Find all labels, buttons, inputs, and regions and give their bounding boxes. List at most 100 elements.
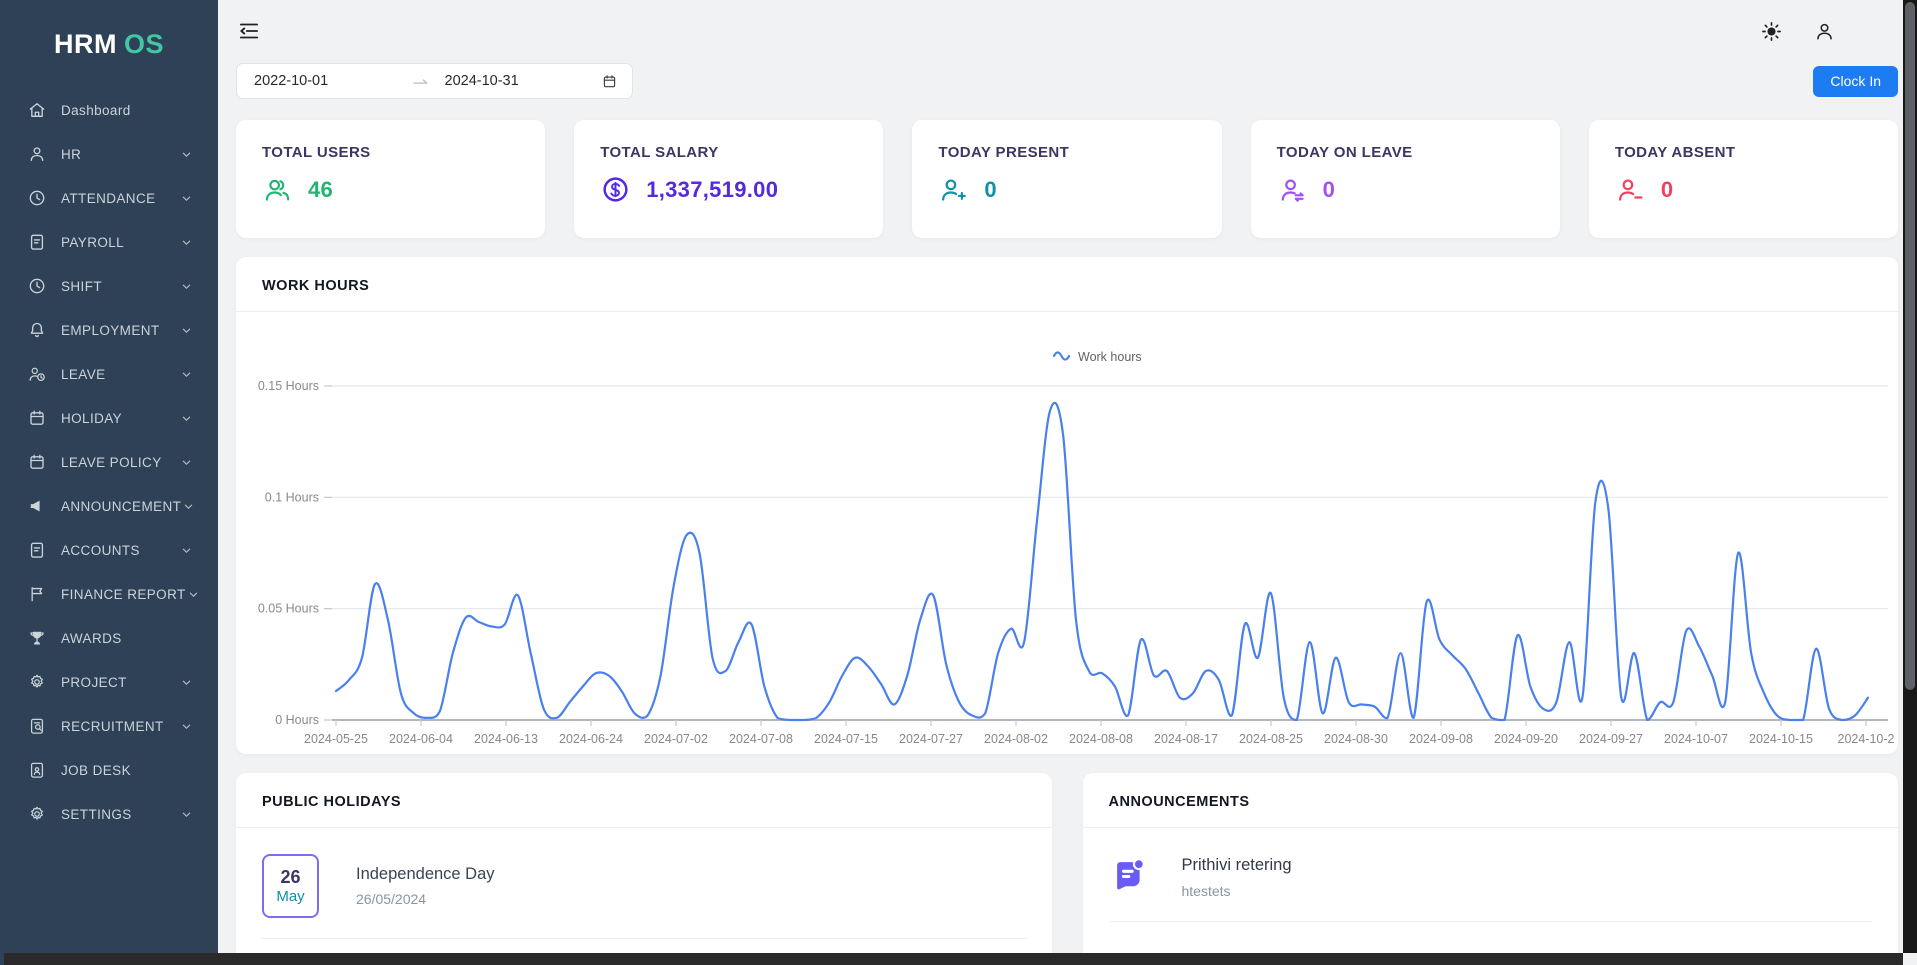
profile-icon[interactable]: [1813, 20, 1836, 43]
sidebar-item-attendance[interactable]: ATTENDANCE: [0, 176, 218, 220]
user-clock-icon: [27, 364, 47, 384]
svg-text:2024-08-02: 2024-08-02: [984, 732, 1048, 746]
announcement-subtitle: htestets: [1182, 883, 1292, 899]
stat-value: 0: [984, 177, 997, 203]
file-icon: [27, 540, 47, 560]
sidebar-item-label: ANNOUNCEMENT: [61, 499, 181, 514]
holiday-date: 26/05/2024: [356, 891, 495, 907]
holiday-date-badge: 26 May: [262, 854, 319, 918]
announcements-list: Prithivi retering htestets xx: [1083, 828, 1899, 965]
date-range-picker[interactable]: 2022-10-01 2024-10-31: [236, 63, 633, 99]
chevron-down-icon: [179, 323, 194, 338]
vertical-scrollbar[interactable]: [1903, 0, 1917, 953]
users-icon: [262, 174, 293, 205]
sidebar-item-label: LEAVE POLICY: [61, 455, 162, 470]
sidebar-item-label: JOB DESK: [61, 763, 131, 778]
sidebar-item-accounts[interactable]: ACCOUNTS: [0, 528, 218, 572]
date-to-value[interactable]: 2024-10-31: [445, 73, 519, 89]
main-content: 2022-10-01 2024-10-31 Clock In TOTAL USE…: [218, 0, 1917, 965]
chevron-down-icon: [179, 719, 194, 734]
date-from-value[interactable]: 2022-10-01: [254, 73, 328, 89]
svg-text:2024-10-07: 2024-10-07: [1664, 732, 1728, 746]
svg-text:0.15 Hours: 0.15 Hours: [258, 379, 319, 393]
sidebar-item-project[interactable]: PROJECT: [0, 660, 218, 704]
stat-card: TOTAL SALARY 1,337,519.00: [574, 120, 883, 238]
range-arrow-icon: [411, 71, 431, 91]
chevron-down-icon: [179, 191, 194, 206]
theme-toggle-sun-icon[interactable]: [1760, 20, 1783, 43]
svg-text:2024-08-30: 2024-08-30: [1324, 732, 1388, 746]
stat-title: TOTAL SALARY: [600, 144, 857, 161]
work-hours-chart: 0.15 Hours0.1 Hours0.05 Hours0 Hours2024…: [236, 312, 1896, 754]
sidebar-item-awards[interactable]: AWARDS: [0, 616, 218, 660]
stat-card: TOTAL USERS 46: [236, 120, 545, 238]
chevron-down-icon: [179, 411, 194, 426]
public-holidays-title: PUBLIC HOLIDAYS: [236, 773, 1052, 828]
chevron-down-icon: [179, 367, 194, 382]
sidebar-item-announcement[interactable]: ANNOUNCEMENT: [0, 484, 218, 528]
svg-text:0 Hours: 0 Hours: [275, 713, 319, 727]
sidebar-item-holiday[interactable]: HOLIDAY: [0, 396, 218, 440]
filter-row: 2022-10-01 2024-10-31 Clock In: [236, 63, 1898, 99]
calendar-icon[interactable]: [601, 73, 618, 90]
sidebar-item-dashboard[interactable]: Dashboard: [0, 88, 218, 132]
sidebar-collapse-button[interactable]: [236, 18, 262, 44]
svg-text:2024-05-25: 2024-05-25: [304, 732, 368, 746]
calendar-icon: [27, 408, 47, 428]
sidebar-item-leave-policy[interactable]: LEAVE POLICY: [0, 440, 218, 484]
holiday-day: 26: [280, 867, 300, 888]
sidebar: HRM OS Dashboard HR ATTENDANCE PAYROLL S…: [0, 0, 218, 965]
svg-text:Work hours: Work hours: [1078, 350, 1142, 364]
sidebar-item-label: LEAVE: [61, 367, 106, 382]
trophy-icon: [27, 628, 47, 648]
svg-text:2024-10-15: 2024-10-15: [1749, 732, 1813, 746]
stat-value: 0: [1323, 177, 1336, 203]
megaphone-icon: [27, 496, 47, 516]
sidebar-item-hr[interactable]: HR: [0, 132, 218, 176]
chevron-down-icon: [179, 147, 194, 162]
file-icon: [27, 232, 47, 252]
svg-text:2024-07-02: 2024-07-02: [644, 732, 708, 746]
sidebar-item-label: PAYROLL: [61, 235, 124, 250]
svg-text:2024-06-04: 2024-06-04: [389, 732, 453, 746]
sidebar-item-label: HR: [61, 147, 81, 162]
holiday-month: May: [276, 888, 304, 905]
sidebar-item-shift[interactable]: SHIFT: [0, 264, 218, 308]
brand-primary: HRM: [54, 29, 117, 60]
sidebar-item-recruitment[interactable]: RECRUITMENT: [0, 704, 218, 748]
stat-title: TOTAL USERS: [262, 144, 519, 161]
topbar: [236, 16, 1898, 46]
svg-text:2024-09-27: 2024-09-27: [1579, 732, 1643, 746]
clock-icon: [27, 188, 47, 208]
stat-card: TODAY ABSENT 0: [1589, 120, 1898, 238]
announcement-list-item: Prithivi retering htestets: [1083, 828, 1899, 921]
svg-text:0.05 Hours: 0.05 Hours: [258, 602, 319, 616]
gear-icon: [27, 804, 47, 824]
home-icon: [27, 100, 47, 120]
stats-row: TOTAL USERS 46 TOTAL SALARY 1,337,519.00…: [236, 120, 1898, 238]
svg-text:2024-09-20: 2024-09-20: [1494, 732, 1558, 746]
stat-title: TODAY ABSENT: [1615, 144, 1872, 161]
sidebar-item-finance-report[interactable]: FINANCE REPORT: [0, 572, 218, 616]
sidebar-item-leave[interactable]: LEAVE: [0, 352, 218, 396]
chevron-down-icon: [179, 807, 194, 822]
sidebar-item-label: SETTINGS: [61, 807, 132, 822]
sidebar-item-label: HOLIDAY: [61, 411, 122, 426]
chevron-down-icon: [179, 235, 194, 250]
announcement-title: Prithivi retering: [1182, 856, 1292, 875]
svg-text:2024-06-24: 2024-06-24: [559, 732, 623, 746]
svg-text:2024-08-08: 2024-08-08: [1069, 732, 1133, 746]
vertical-scrollbar-thumb[interactable]: [1905, 2, 1915, 690]
clock-in-button[interactable]: Clock In: [1813, 66, 1898, 97]
sidebar-item-employment[interactable]: EMPLOYMENT: [0, 308, 218, 352]
horizontal-scrollbar[interactable]: [4, 953, 1903, 965]
public-holidays-card: PUBLIC HOLIDAYS 26 May Independence Day …: [236, 773, 1052, 965]
sidebar-item-payroll[interactable]: PAYROLL: [0, 220, 218, 264]
sidebar-item-label: Dashboard: [61, 103, 131, 118]
sidebar-item-job-desk[interactable]: JOB DESK: [0, 748, 218, 792]
sidebar-item-settings[interactable]: SETTINGS: [0, 792, 218, 836]
stat-value: 0: [1661, 177, 1674, 203]
svg-text:2024-10-2: 2024-10-2: [1838, 732, 1895, 746]
announcements-card: ANNOUNCEMENTS Prithivi retering htestets…: [1083, 773, 1899, 965]
sidebar-item-label: PROJECT: [61, 675, 127, 690]
